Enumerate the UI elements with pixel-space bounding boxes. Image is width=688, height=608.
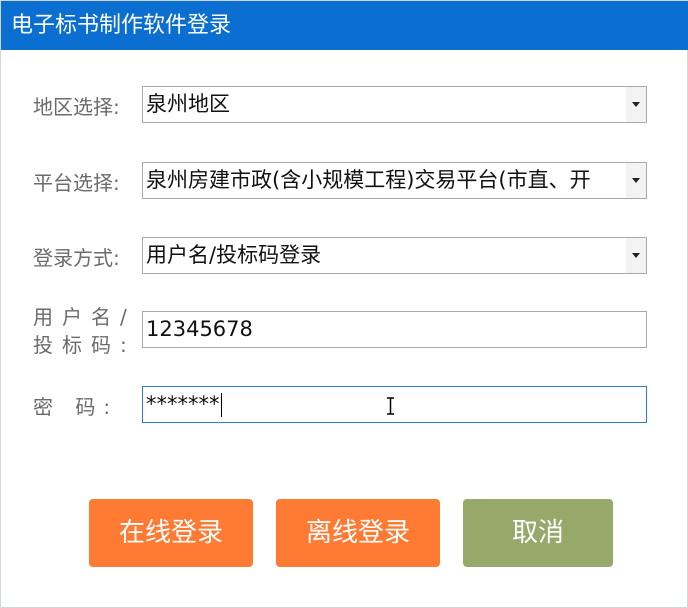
text-caret bbox=[220, 393, 222, 417]
login-method-label: 登录方式: bbox=[33, 246, 120, 270]
chevron-down-icon bbox=[632, 253, 640, 258]
platform-dropdown-button[interactable] bbox=[626, 163, 646, 198]
login-method-select-value: 用户名/投标码登录 bbox=[146, 243, 322, 267]
platform-select-value: 泉州房建市政(含小规模工程)交易平台(市直、开 bbox=[146, 168, 591, 192]
username-input[interactable]: 12345678 bbox=[142, 311, 647, 348]
username-label-line2: 投标码: bbox=[33, 333, 136, 357]
cancel-button[interactable]: 取消 bbox=[463, 499, 613, 567]
chevron-down-icon bbox=[632, 178, 640, 183]
offline-login-button[interactable]: 离线登录 bbox=[276, 499, 440, 567]
login-method-select[interactable]: 用户名/投标码登录 bbox=[142, 237, 647, 274]
window-title: 电子标书制作软件登录 bbox=[11, 13, 232, 38]
online-login-button[interactable]: 在线登录 bbox=[89, 499, 253, 567]
platform-select[interactable]: 泉州房建市政(含小规模工程)交易平台(市直、开 bbox=[142, 162, 647, 199]
login-method-dropdown-button[interactable] bbox=[626, 238, 646, 273]
username-label-line1: 用户名/ bbox=[33, 305, 136, 329]
region-dropdown-button[interactable] bbox=[626, 87, 646, 122]
chevron-down-icon bbox=[632, 102, 640, 107]
password-label: 密 码: bbox=[33, 395, 119, 419]
password-value: ******* bbox=[146, 392, 220, 416]
region-select-value: 泉州地区 bbox=[146, 92, 230, 116]
title-bar: 电子标书制作软件登录 bbox=[1, 1, 688, 50]
login-window: 电子标书制作软件登录 地区选择: 泉州地区 平台选择: 泉州房建市政(含小规模工… bbox=[0, 0, 688, 608]
region-label: 地区选择: bbox=[33, 95, 120, 119]
text-cursor-icon bbox=[387, 397, 394, 415]
region-select[interactable]: 泉州地区 bbox=[142, 86, 647, 123]
platform-label: 平台选择: bbox=[33, 171, 120, 195]
